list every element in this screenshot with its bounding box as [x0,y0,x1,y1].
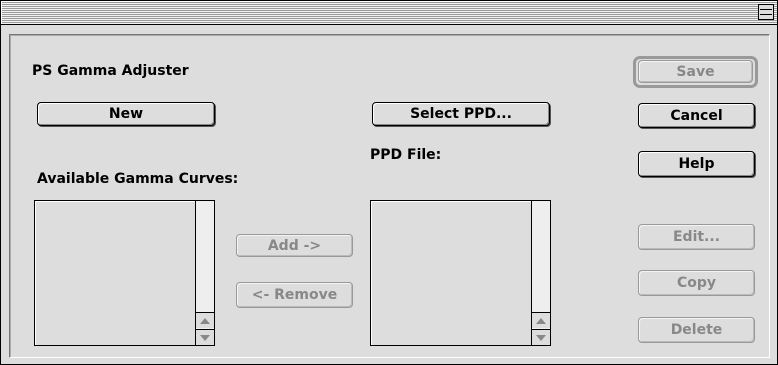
remove-button[interactable]: <- Remove [236,282,353,308]
cancel-button[interactable]: Cancel [638,103,755,128]
ppd-file-scrollbar[interactable] [531,201,550,345]
ppd-file-list[interactable] [370,200,551,346]
up-arrow-icon[interactable] [532,312,550,328]
dialog-title: PS Gamma Adjuster [32,63,189,79]
down-arrow-icon[interactable] [532,329,550,345]
new-button[interactable]: New [37,102,215,126]
save-button[interactable]: Save [638,60,753,83]
down-arrow-icon[interactable] [196,329,214,345]
add-button[interactable]: Add -> [236,234,353,257]
copy-button[interactable]: Copy [638,270,755,296]
help-button[interactable]: Help [638,151,755,177]
title-bar[interactable] [1,1,777,25]
delete-button[interactable]: Delete [638,317,755,343]
available-curves-scrollbar[interactable] [195,201,214,345]
available-curves-list[interactable] [34,200,215,346]
ppd-file-label: PPD File: [370,147,442,163]
edit-button[interactable]: Edit... [638,224,755,250]
window-zoom-icon[interactable] [758,4,774,20]
available-curves-label: Available Gamma Curves: [37,171,239,187]
dialog-window: PS Gamma Adjuster New Select PPD... PPD … [0,0,778,365]
up-arrow-icon[interactable] [196,312,214,328]
select-ppd-button[interactable]: Select PPD... [372,102,550,126]
